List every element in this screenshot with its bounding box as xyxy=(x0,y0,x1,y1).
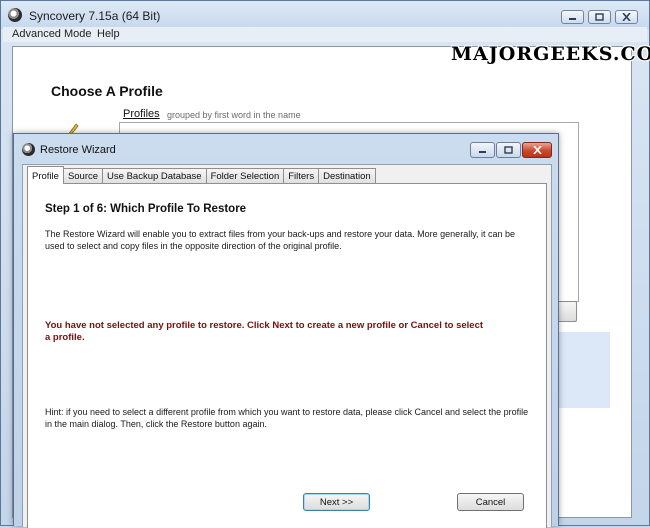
no-profile-warning: You have not selected any profile to res… xyxy=(45,320,484,343)
dialog-close-button[interactable] xyxy=(522,142,552,158)
maximize-icon xyxy=(595,13,604,21)
profiles-hint: grouped by first word in the name xyxy=(167,110,301,120)
tab-profile[interactable]: Profile xyxy=(27,166,64,184)
next-button[interactable]: Next >> xyxy=(303,493,370,511)
main-titlebar[interactable]: Syncovery 7.15a (64 Bit) xyxy=(1,1,649,29)
hint-text: Hint: if you need to select a different … xyxy=(45,407,529,429)
menu-bar: Advanced Mode Help xyxy=(3,27,647,42)
menu-help[interactable]: Help xyxy=(97,28,120,40)
close-icon xyxy=(532,146,542,154)
dialog-body: Profile Source Use Backup Database Folde… xyxy=(22,164,552,528)
dialog-app-icon[interactable] xyxy=(22,143,35,156)
menu-advanced-mode[interactable]: Advanced Mode xyxy=(12,28,92,40)
profile-list-side-button[interactable] xyxy=(557,301,577,322)
window-title: Syncovery 7.15a (64 Bit) xyxy=(29,9,161,23)
minimize-icon xyxy=(479,151,486,153)
profile-tab-panel: Step 1 of 6: Which Profile To Restore Th… xyxy=(27,183,547,528)
profiles-label-text: Profiles xyxy=(123,108,160,120)
cancel-button[interactable]: Cancel xyxy=(457,493,524,511)
profiles-label: Profiles xyxy=(123,108,160,120)
tab-use-backup-database[interactable]: Use Backup Database xyxy=(102,168,207,184)
step-description: The Restore Wizard will enable you to ex… xyxy=(45,229,516,251)
close-icon xyxy=(622,13,631,21)
step-title: Step 1 of 6: Which Profile To Restore xyxy=(45,203,247,215)
maximize-button[interactable] xyxy=(588,10,611,24)
majorgeeks-watermark: MAJORGEEKS.COM xyxy=(451,43,650,65)
wizard-tab-strip: Profile Source Use Backup Database Folde… xyxy=(27,166,376,184)
tab-folder-selection[interactable]: Folder Selection xyxy=(205,168,285,184)
maximize-icon xyxy=(504,146,513,154)
tab-source[interactable]: Source xyxy=(62,168,104,184)
minimize-icon xyxy=(569,18,576,20)
dialog-maximize-button[interactable] xyxy=(496,142,521,158)
dialog-title: Restore Wizard xyxy=(40,144,116,156)
minimize-button[interactable] xyxy=(561,10,584,24)
app-icon[interactable] xyxy=(8,8,22,22)
tab-filters[interactable]: Filters xyxy=(283,168,320,184)
close-button[interactable] xyxy=(615,10,638,24)
restore-wizard-dialog: Restore Wizard Profile Source Use Backup… xyxy=(13,133,559,528)
dialog-minimize-button[interactable] xyxy=(470,142,495,158)
page-title: Choose A Profile xyxy=(51,83,163,99)
tab-destination[interactable]: Destination xyxy=(318,168,376,184)
dialog-titlebar[interactable]: Restore Wizard xyxy=(14,134,558,164)
